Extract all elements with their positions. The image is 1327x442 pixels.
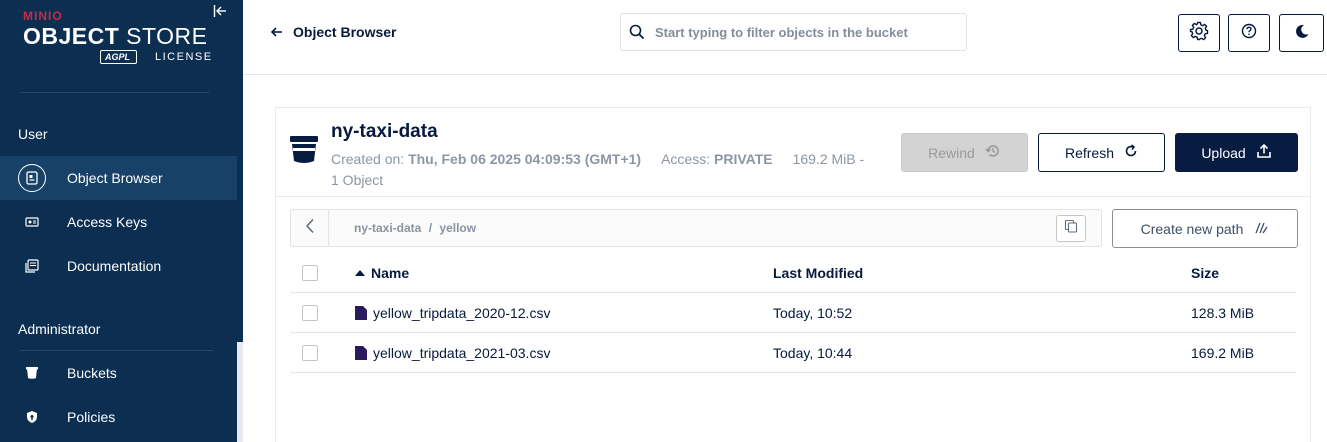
- file-size: 128.3 MiB: [1191, 305, 1255, 321]
- table-row[interactable]: yellow_tripdata_2021-03.csv Today, 10:44…: [290, 333, 1296, 373]
- file-modified: Today, 10:44: [773, 345, 853, 361]
- file-size: 169.2 MiB: [1191, 345, 1255, 361]
- search-icon: [629, 24, 645, 45]
- chevron-left-icon: [305, 218, 315, 239]
- sidebar-item-documentation[interactable]: Documentation: [0, 244, 237, 288]
- bucket-usage: 169.2 MiB -: [792, 151, 865, 167]
- minio-logo: MINIO OBJECT STORE AGPL LICENSE: [23, 9, 213, 69]
- arrow-left-icon: [270, 24, 283, 40]
- bucket-name: ny-taxi-data: [331, 121, 438, 142]
- object-filter-search: [620, 13, 967, 51]
- bucket-icon: [289, 135, 319, 170]
- create-new-path-button[interactable]: Create new path: [1112, 209, 1298, 248]
- logo-product: OBJECT STORE: [23, 23, 208, 49]
- column-header-size[interactable]: Size: [1191, 265, 1219, 281]
- copy-path-button[interactable]: [1056, 215, 1086, 242]
- file-icon: [355, 346, 367, 360]
- back-to-object-browser-link[interactable]: Object Browser: [270, 24, 397, 40]
- file-name: yellow_tripdata_2020-12.csv: [373, 305, 551, 321]
- table-header-row: Name Last Modified Size: [290, 253, 1296, 293]
- policies-icon: [18, 403, 46, 431]
- sidebar-item-object-browser[interactable]: Object Browser: [0, 156, 237, 200]
- objects-table: Name Last Modified Size yellow_tripdata_…: [290, 253, 1296, 373]
- file-name-cell: yellow_tripdata_2020-12.csv: [355, 305, 550, 321]
- crumb-folder[interactable]: yellow: [439, 221, 476, 235]
- table-row[interactable]: yellow_tripdata_2020-12.csv Today, 10:52…: [290, 293, 1296, 333]
- rewind-label: Rewind: [928, 144, 975, 161]
- bucket-meta: Created on: Thu, Feb 06 2025 04:09:53 (G…: [331, 149, 901, 191]
- file-modified: Today, 10:52: [773, 305, 853, 321]
- create-new-path-label: Create new path: [1140, 220, 1244, 237]
- object-browser-icon: [18, 164, 46, 192]
- sidebar-item-label: Documentation: [67, 258, 162, 274]
- documentation-icon: [18, 252, 46, 280]
- access-keys-icon: [18, 208, 46, 236]
- sidebar: MINIO OBJECT STORE AGPL LICENSE User Obj…: [0, 0, 243, 442]
- dark-mode-toggle[interactable]: [1279, 14, 1324, 52]
- upload-label: Upload: [1201, 144, 1246, 161]
- history-icon: [985, 143, 1001, 162]
- refresh-icon: [1124, 144, 1138, 161]
- sidebar-item-label: Buckets: [67, 365, 117, 381]
- refresh-button[interactable]: Refresh: [1038, 133, 1165, 172]
- column-name-label: Name: [371, 265, 410, 281]
- access-value: PRIVATE: [714, 151, 773, 167]
- sidebar-item-label: Object Browser: [67, 170, 163, 186]
- select-all-checkbox[interactable]: [302, 265, 318, 281]
- sidebar-item-policies[interactable]: Policies: [0, 395, 237, 439]
- collapse-sidebar-icon[interactable]: [213, 4, 229, 20]
- crumb-bucket[interactable]: ny-taxi-data: [354, 221, 421, 235]
- license-label: LICENSE: [155, 51, 213, 63]
- sidebar-item-access-keys[interactable]: Access Keys: [0, 200, 237, 244]
- column-header-name[interactable]: Name: [355, 265, 409, 281]
- section-title-user: User: [18, 126, 48, 142]
- row-checkbox[interactable]: [302, 305, 318, 321]
- created-value: Thu, Feb 06 2025 04:09:53 (GMT+1): [408, 151, 642, 167]
- help-button[interactable]: [1228, 14, 1270, 52]
- created-label: Created on:: [331, 151, 405, 167]
- settings-button[interactable]: [1178, 14, 1220, 52]
- file-name-cell: yellow_tripdata_2021-03.csv: [355, 345, 550, 361]
- path-back-button[interactable]: [291, 210, 329, 246]
- back-link-label: Object Browser: [293, 24, 397, 40]
- agpl-badge: AGPL: [100, 50, 138, 64]
- sidebar-item-buckets[interactable]: Buckets: [0, 351, 237, 395]
- sidebar-scrollbar[interactable]: [237, 342, 243, 442]
- logo-brand: MINIO: [23, 9, 63, 23]
- moon-icon: [1294, 23, 1310, 44]
- file-icon: [355, 306, 367, 320]
- section-title-administrator: Administrator: [18, 321, 101, 337]
- copy-icon: [1064, 219, 1078, 238]
- sidebar-divider: [20, 92, 209, 93]
- bucket-browser-panel: ny-taxi-data Created on: Thu, Feb 06 202…: [275, 107, 1311, 442]
- sort-ascending-icon: [355, 270, 365, 276]
- new-path-icon: [1253, 221, 1269, 237]
- help-icon: [1241, 23, 1257, 44]
- upload-button[interactable]: Upload: [1175, 133, 1298, 172]
- refresh-label: Refresh: [1064, 144, 1115, 161]
- buckets-icon: [18, 359, 46, 387]
- crumb-separator: /: [428, 221, 433, 235]
- sidebar-item-label: Policies: [67, 409, 116, 425]
- search-input[interactable]: [655, 14, 960, 50]
- sidebar-item-label: Access Keys: [67, 214, 148, 230]
- column-header-last-modified[interactable]: Last Modified: [773, 265, 863, 281]
- object-count: 1 Object: [331, 172, 384, 188]
- bucket-header: ny-taxi-data Created on: Thu, Feb 06 202…: [276, 108, 1310, 197]
- file-name: yellow_tripdata_2021-03.csv: [373, 345, 551, 361]
- path-crumbs: ny-taxi-data / yellow: [354, 221, 476, 235]
- upload-icon: [1256, 143, 1272, 162]
- row-checkbox[interactable]: [302, 345, 318, 361]
- top-header: Object Browser: [243, 0, 1327, 75]
- gear-icon: [1189, 21, 1209, 46]
- rewind-button[interactable]: Rewind: [901, 133, 1028, 172]
- breadcrumb: ny-taxi-data / yellow: [290, 209, 1102, 247]
- access-label: Access:: [661, 151, 711, 167]
